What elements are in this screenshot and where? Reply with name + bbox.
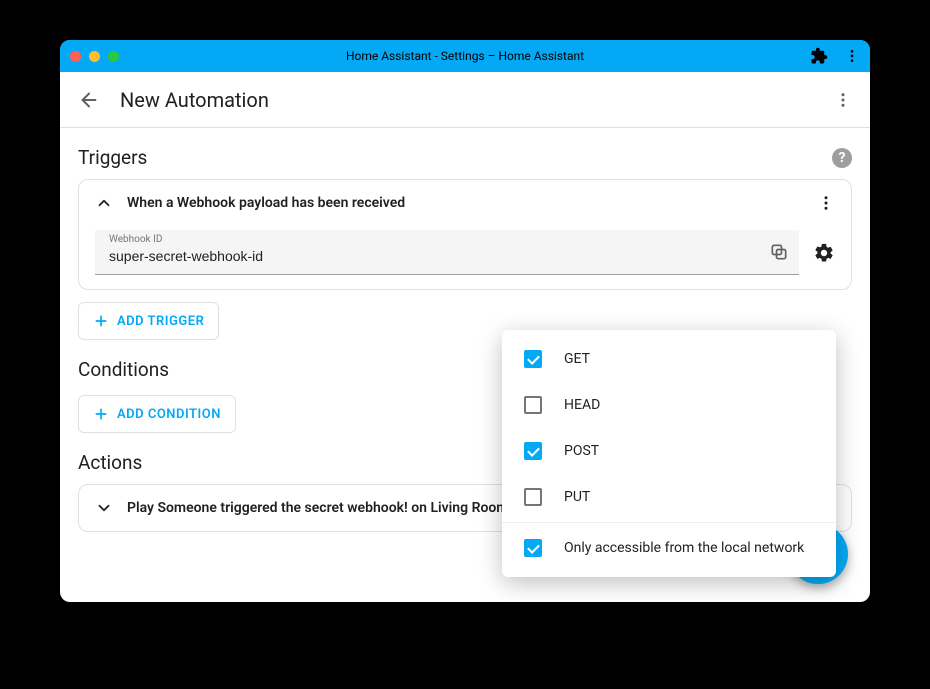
checkbox-post[interactable]: [524, 442, 542, 460]
triggers-title: Triggers: [78, 146, 147, 169]
expand-icon[interactable]: [95, 499, 113, 517]
triggers-section-header: Triggers ?: [78, 146, 852, 169]
checkbox-head[interactable]: [524, 396, 542, 414]
conditions-title: Conditions: [78, 358, 169, 381]
add-trigger-label: ADD TRIGGER: [117, 314, 204, 329]
help-icon[interactable]: ?: [832, 148, 852, 168]
window-title: Home Assistant - Settings – Home Assista…: [60, 49, 870, 63]
add-condition-button[interactable]: ADD CONDITION: [78, 395, 236, 433]
add-trigger-button[interactable]: ADD TRIGGER: [78, 302, 219, 340]
method-option-put[interactable]: PUT: [502, 474, 836, 520]
back-button[interactable]: [78, 89, 100, 111]
page-title: New Automation: [120, 88, 269, 112]
method-label-put: PUT: [564, 489, 590, 505]
method-label-get: GET: [564, 351, 590, 367]
method-label-post: POST: [564, 443, 599, 459]
page-header: New Automation: [60, 72, 870, 128]
webhook-id-input[interactable]: [109, 248, 761, 268]
method-option-get[interactable]: GET: [502, 336, 836, 382]
collapse-icon[interactable]: [95, 194, 113, 212]
trigger-card: When a Webhook payload has been received…: [78, 179, 852, 290]
method-label-head: HEAD: [564, 397, 600, 413]
page-menu-button[interactable]: [834, 91, 852, 109]
webhook-id-label: Webhook ID: [109, 234, 162, 245]
trigger-menu-button[interactable]: [817, 194, 835, 212]
checkbox-put[interactable]: [524, 488, 542, 506]
popup-divider: [502, 522, 836, 523]
checkbox-local-only[interactable]: [524, 539, 542, 557]
webhook-settings-button[interactable]: [813, 242, 835, 264]
app-window: Home Assistant - Settings – Home Assista…: [60, 40, 870, 602]
titlebar: Home Assistant - Settings – Home Assista…: [60, 40, 870, 72]
trigger-title: When a Webhook payload has been received: [127, 195, 803, 211]
method-option-head[interactable]: HEAD: [502, 382, 836, 428]
method-option-post[interactable]: POST: [502, 428, 836, 474]
local-only-label: Only accessible from the local network: [564, 540, 804, 556]
webhook-methods-popup: GET HEAD POST PUT Only accessible from t…: [502, 330, 836, 577]
checkbox-get[interactable]: [524, 350, 542, 368]
local-only-option[interactable]: Only accessible from the local network: [502, 525, 836, 571]
webhook-id-field[interactable]: Webhook ID: [95, 230, 799, 275]
copy-icon[interactable]: [769, 242, 789, 262]
add-condition-label: ADD CONDITION: [117, 407, 221, 422]
actions-title: Actions: [78, 451, 142, 474]
